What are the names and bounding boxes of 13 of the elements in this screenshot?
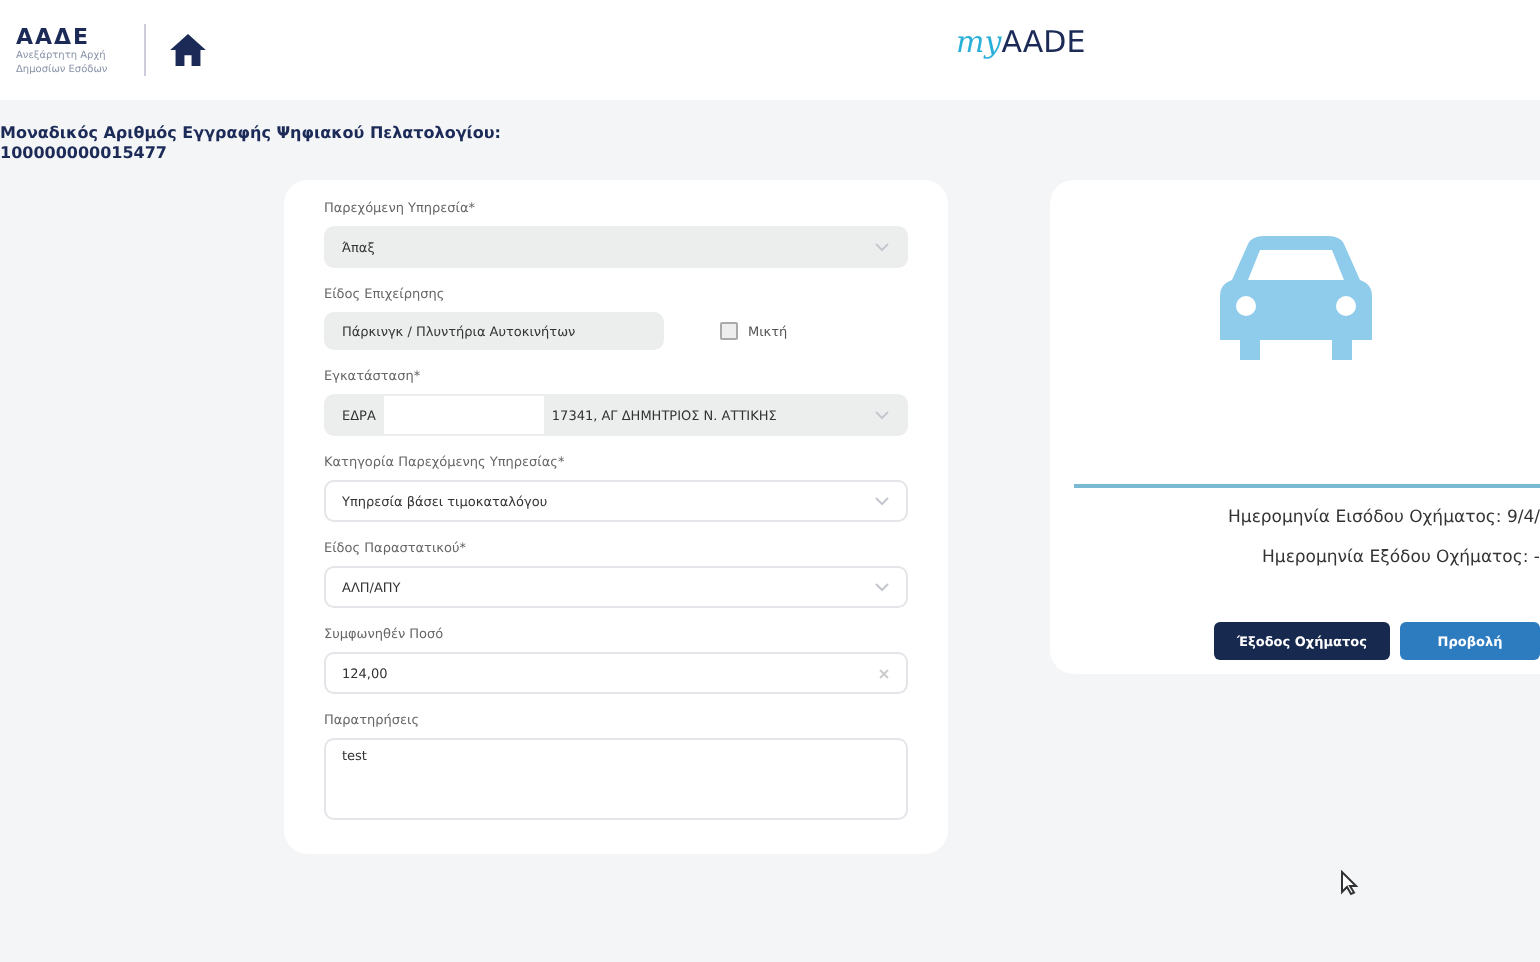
registry-label: Μοναδικός Αριθμός Εγγραφής Ψηφιακού Πελατολογίου: [0,124,503,144]
chevron-down-icon [874,581,890,593]
cursor-icon [1340,870,1358,896]
exit-date: Ημερομηνία Εξόδου Οχήματος: - [1262,548,1540,568]
chevron-down-icon [874,241,890,253]
chevron-down-icon [874,495,890,507]
brand-logo[interactable]: myAADE [956,24,1086,60]
home-icon[interactable] [170,34,206,66]
car-icon [1219,236,1371,360]
logo-title: ΑΑΔΕ [16,23,93,49]
chevron-down-icon [874,409,890,421]
registry-number: 100000000015477 [0,144,169,164]
entry-date: Ημερομηνία Εισόδου Οχήματος: 9/4/ [1228,508,1540,528]
